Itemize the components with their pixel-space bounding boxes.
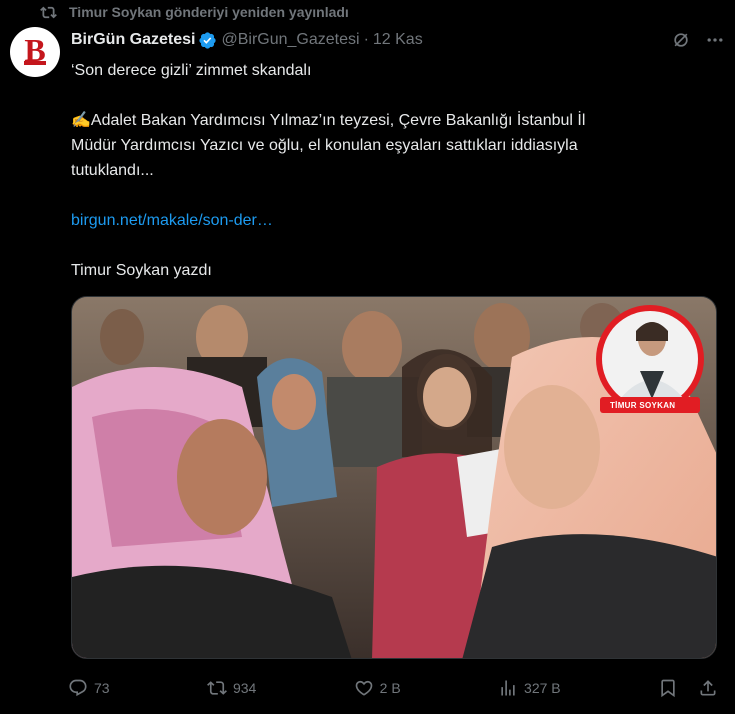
tweet-line-title: ‘Son derece gizli’ zimmet skandalı: [71, 62, 312, 79]
repost-icon: [40, 6, 57, 18]
secondary-actions: [658, 678, 718, 698]
separator-dot: ·: [363, 31, 369, 48]
tweet-date[interactable]: 12 Kas: [373, 31, 423, 49]
tweet-line-body-1: ✍️Adalet Bakan Yardımcısı Yılmaz’ın teyz…: [71, 108, 711, 133]
bookmark-button[interactable]: [658, 678, 678, 698]
tweet-header: BirGün Gazetesi @BirGun_Gazetesi · 12 Ka…: [71, 28, 725, 52]
like-count: 2 B: [379, 680, 401, 696]
repost-button[interactable]: 934: [206, 678, 257, 698]
share-icon: [700, 680, 716, 696]
article-link[interactable]: birgun.net/makale/son-der…: [71, 208, 711, 233]
action-bar: 73 934 2 B 327 B: [68, 676, 718, 700]
tweet-line-body-2: Müdür Yardımcısı Yazıcı ve oğlu, el konu…: [71, 137, 578, 154]
view-count: 327 B: [524, 680, 561, 696]
views-icon: [501, 680, 515, 696]
reply-icon: [69, 679, 87, 697]
text-gap: [71, 233, 711, 258]
like-icon: [355, 680, 372, 696]
share-button[interactable]: [698, 678, 718, 698]
reply-button[interactable]: 73: [68, 678, 110, 698]
verified-badge-icon[interactable]: [198, 31, 217, 50]
more-options-icon[interactable]: [705, 30, 725, 50]
tweet-line-body-3: tutuklandı...: [71, 162, 154, 179]
badge-label: TİMUR SOYKAN: [610, 401, 676, 410]
grok-icon[interactable]: [671, 30, 691, 50]
reply-count: 73: [94, 680, 110, 696]
tweet-photo[interactable]: TİMUR SOYKAN: [71, 296, 717, 659]
like-button[interactable]: 2 B: [354, 678, 401, 698]
tweet-body-1-text: Adalet Bakan Yardımcısı Yılmaz’ın teyzes…: [90, 112, 586, 129]
author-name[interactable]: BirGün Gazetesi: [71, 31, 195, 49]
views-button[interactable]: 327 B: [498, 678, 561, 698]
repost-text: Timur Soykan gönderiyi yeniden yayınladı: [69, 4, 349, 20]
text-gap: [71, 83, 711, 108]
repost-count: 934: [232, 680, 257, 696]
avatar[interactable]: B: [10, 27, 60, 77]
author-handle[interactable]: @BirGun_Gazetesi: [221, 31, 359, 49]
text-gap: [71, 183, 711, 208]
tweet-text: ‘Son derece gizli’ zimmet skandalı ✍️Ada…: [71, 58, 711, 283]
logo-underline: [24, 61, 46, 65]
writing-hand-emoji: ✍️: [71, 112, 91, 129]
repost-indicator[interactable]: Timur Soykan gönderiyi yeniden yayınladı: [40, 2, 349, 22]
repost-icon: [206, 681, 227, 695]
tweet-byline: Timur Soykan yazdı: [71, 262, 212, 279]
bookmark-icon: [661, 679, 675, 698]
